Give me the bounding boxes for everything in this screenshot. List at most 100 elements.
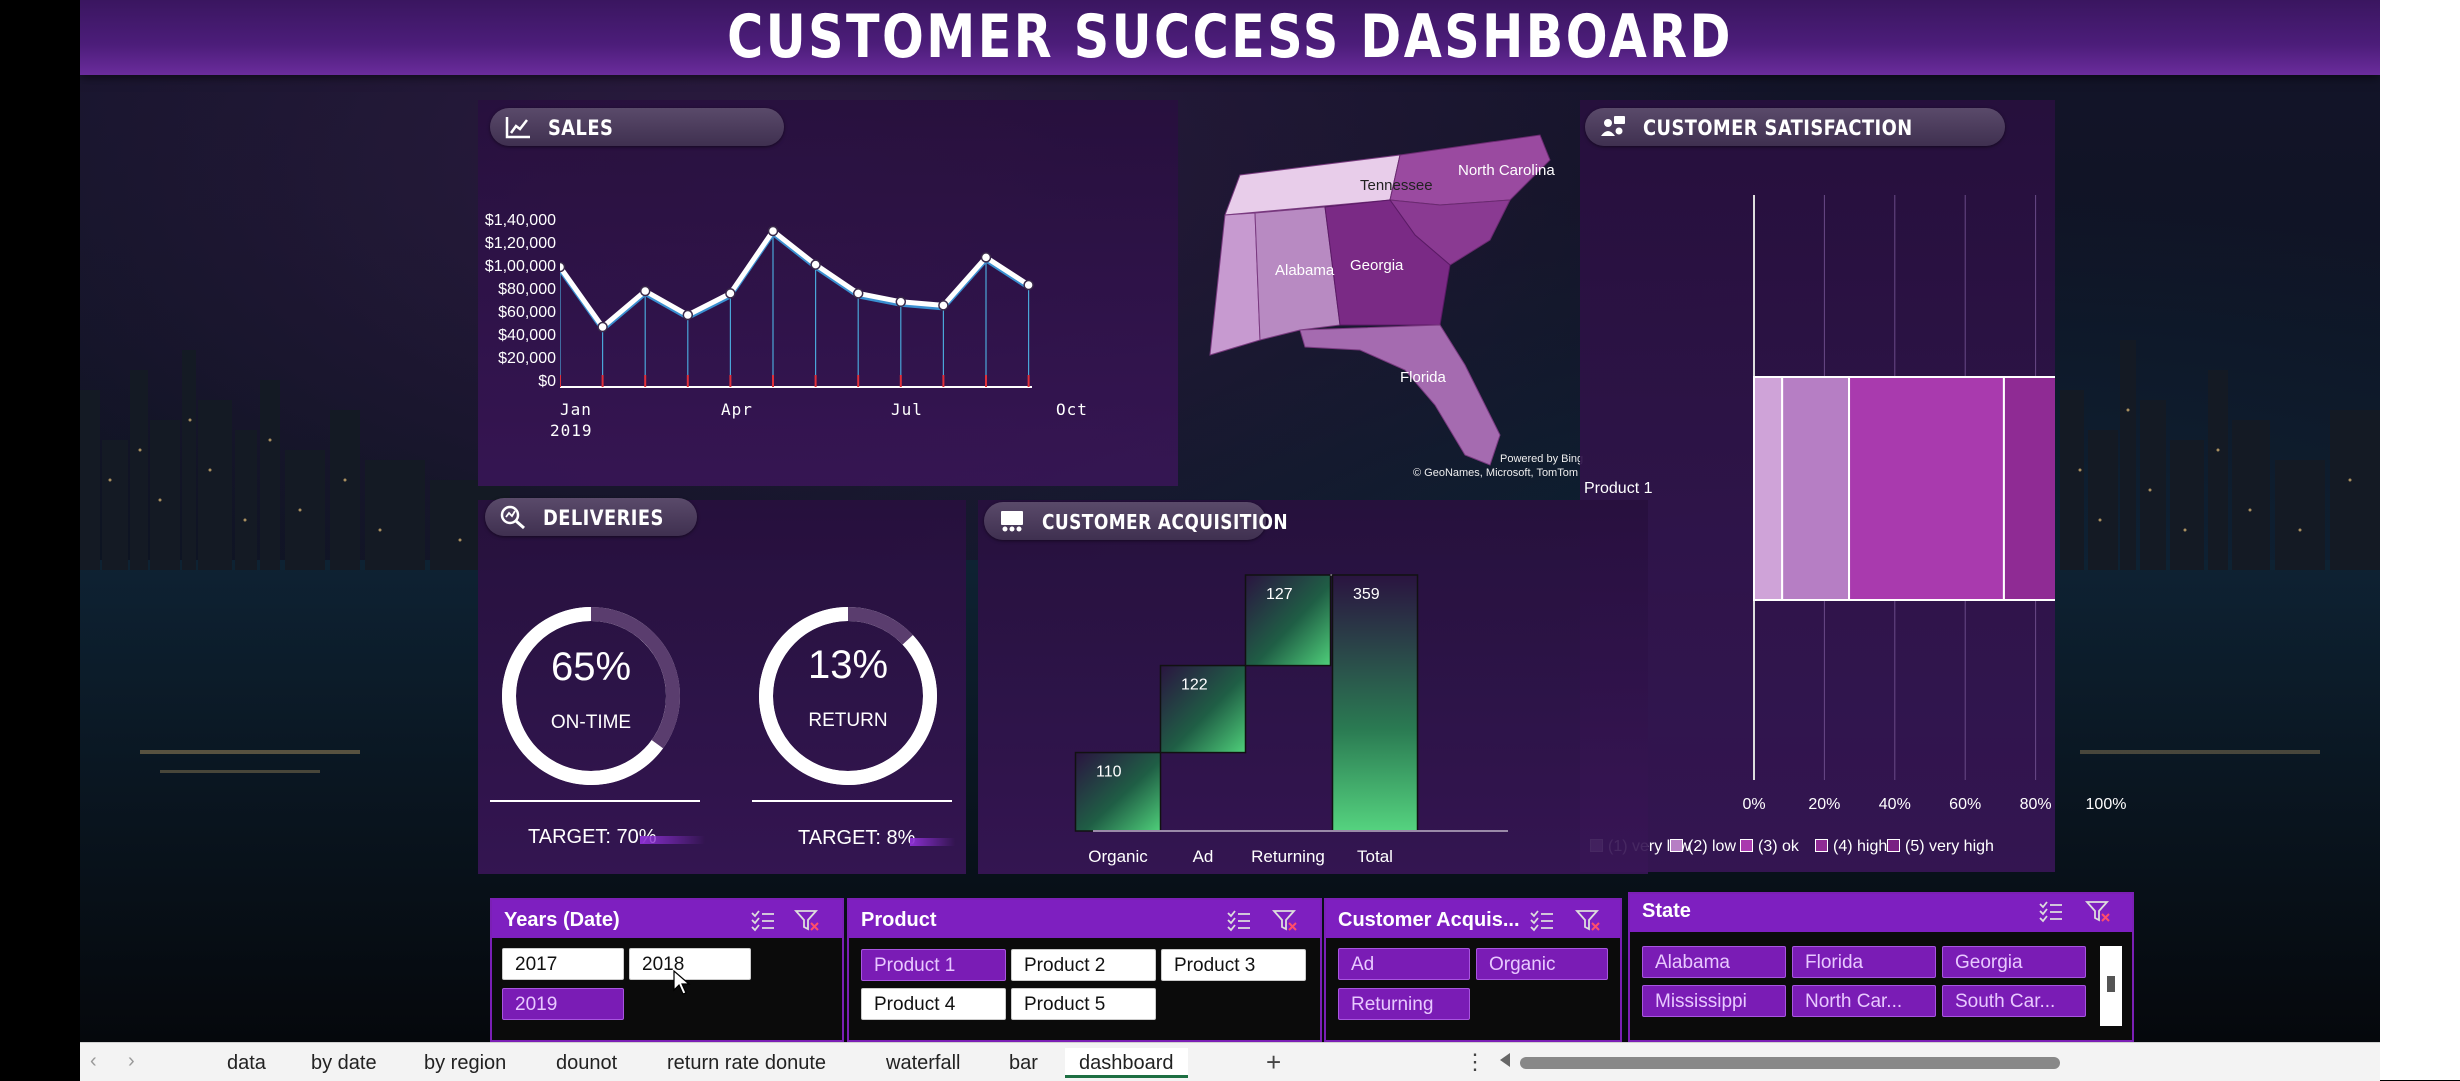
- slicer-item-mississippi[interactable]: Mississippi: [1642, 985, 1786, 1017]
- slicer-item-2017[interactable]: 2017: [502, 948, 624, 980]
- line-chart-icon: [505, 117, 530, 139]
- add-sheet-icon[interactable]: +: [1266, 1047, 1281, 1078]
- tab-dounot[interactable]: dounot: [556, 1052, 617, 1075]
- clear-filter-icon[interactable]: [1272, 908, 1298, 932]
- ontime-target: TARGET: 70%: [528, 826, 657, 848]
- slicer-scrollbar[interactable]: [2100, 946, 2122, 1026]
- map-state-florida: [1299, 324, 1501, 466]
- slicer-item-georgia[interactable]: Georgia: [1942, 946, 2086, 978]
- waterfall-category-label: Ad: [1193, 847, 1214, 866]
- slicer-item-product-2[interactable]: Product 2: [1011, 949, 1156, 981]
- acquisition-title: CUSTOMER ACQUISITION: [1042, 510, 1288, 534]
- sales-x-year: 2019: [550, 421, 593, 440]
- sales-title-pill: SALES: [490, 108, 784, 146]
- slicer-item-product-5[interactable]: Product 5: [1011, 988, 1156, 1020]
- sales-point: [767, 225, 779, 237]
- tab-bar[interactable]: bar: [1009, 1052, 1038, 1075]
- multi-select-icon[interactable]: [1226, 908, 1252, 932]
- slicer-item-florida[interactable]: Florida: [1792, 946, 1936, 978]
- satisfaction-bar-segment: [1753, 376, 1784, 601]
- sales-point: [639, 285, 651, 297]
- map-label-north-carolina: North Carolina: [1458, 162, 1555, 179]
- sales-point: [1023, 279, 1034, 291]
- multi-select-icon[interactable]: [750, 908, 776, 932]
- tab-dashboard[interactable]: dashboard: [1065, 1048, 1188, 1078]
- legend-label: (5) very high: [1905, 838, 1994, 855]
- satisfaction-x-tick: 80%: [2019, 796, 2052, 813]
- satisfaction-x-tick: 40%: [1878, 796, 1911, 813]
- slicer-scrollbar-thumb[interactable]: [2107, 976, 2115, 992]
- deliveries-title-pill: DELIVERIES: [485, 498, 697, 536]
- region-map: Tennessee North Carolina Alabama Georgia…: [1209, 134, 1555, 466]
- waterfall-value-label: 122: [1181, 677, 1208, 694]
- return-donut: [759, 607, 937, 785]
- sales-point: [597, 321, 608, 333]
- state-slicer-title: State: [1642, 900, 1691, 922]
- legend-swatch: [1815, 839, 1828, 852]
- product-slicer: Product Product 1 Product 2 Product 3 Pr…: [847, 898, 1322, 1042]
- years-slicer-title: Years (Date): [504, 909, 620, 931]
- waterfall-value-label: 359: [1353, 586, 1380, 603]
- horizontal-scrollbar-thumb[interactable]: [1520, 1057, 2060, 1069]
- sales-point: [938, 300, 949, 311]
- tab-scroll-left-icon[interactable]: ‹: [90, 1050, 97, 1073]
- satisfaction-bar-segment: [1848, 376, 2005, 601]
- legend-swatch: [1740, 839, 1753, 852]
- satisfaction-stacked-bar-chart: [1753, 195, 2055, 780]
- tab-data[interactable]: data: [227, 1052, 266, 1075]
- ontime-target-bar: [640, 836, 705, 844]
- legend-label: (3) ok: [1758, 838, 1799, 855]
- slicer-item-ad[interactable]: Ad: [1338, 948, 1470, 980]
- multi-select-icon[interactable]: [1529, 908, 1555, 932]
- clear-filter-icon[interactable]: [2085, 899, 2111, 923]
- deliveries-title: DELIVERIES: [543, 506, 664, 530]
- return-target: TARGET: 8%: [798, 827, 916, 849]
- satisfaction-bar-segment: [1781, 376, 1851, 601]
- slicer-item-product-1[interactable]: Product 1: [861, 949, 1006, 981]
- map-credit-bing: Powered by Bing: [1500, 453, 1584, 465]
- clear-filter-icon[interactable]: [1575, 908, 1601, 932]
- multi-select-icon[interactable]: [2038, 899, 2064, 923]
- slicer-item-north-carolina[interactable]: North Car...: [1792, 985, 1936, 1017]
- slicer-header: State: [1630, 894, 2132, 932]
- map-label-alabama: Alabama: [1275, 262, 1335, 279]
- clear-filter-icon[interactable]: [794, 908, 820, 932]
- satisfaction-x-tick: 100%: [2085, 796, 2127, 813]
- slicer-item-returning[interactable]: Returning: [1338, 988, 1470, 1020]
- slicer-item-south-carolina[interactable]: South Car...: [1942, 985, 2086, 1017]
- sales-point: [560, 261, 566, 273]
- horizontal-scrollbar[interactable]: [1520, 1057, 2380, 1069]
- ontime-target-line: [490, 800, 700, 802]
- sales-x-tick: Jan: [560, 400, 592, 419]
- sales-x-tick: Jul: [891, 400, 923, 419]
- sales-y-tick: $60,000: [498, 304, 556, 321]
- hscroll-left-icon[interactable]: [1500, 1053, 1510, 1067]
- slicer-item-product-4[interactable]: Product 4: [861, 988, 1006, 1020]
- tab-by-region[interactable]: by region: [424, 1052, 506, 1075]
- tab-waterfall[interactable]: waterfall: [886, 1052, 960, 1075]
- acquisition-waterfall-chart: 110 Organic 122 Ad 127 Returning 359 Total: [1074, 574, 1508, 866]
- legend-swatch: [1887, 839, 1900, 852]
- slicer-item-2019[interactable]: 2019: [502, 988, 624, 1020]
- map-label-florida: Florida: [1400, 369, 1447, 386]
- tab-scroll-right-icon[interactable]: ›: [128, 1050, 135, 1073]
- satisfaction-bar-segment: [2002, 376, 2055, 601]
- ontime-donut: [502, 607, 680, 785]
- slicer-item-product-3[interactable]: Product 3: [1161, 949, 1306, 981]
- satisfaction-legend-item: (2) low: [1670, 838, 1736, 856]
- slicer-item-organic[interactable]: Organic: [1476, 948, 1608, 980]
- slicer-item-alabama[interactable]: Alabama: [1642, 946, 1786, 978]
- map-credit-sources: © GeoNames, Microsoft, TomTom: [1413, 467, 1578, 479]
- map-state-mississippi: [1209, 212, 1261, 356]
- sales-title: SALES: [548, 116, 614, 140]
- tab-by-date[interactable]: by date: [311, 1052, 377, 1075]
- more-options-icon[interactable]: ⋮: [1464, 1049, 1486, 1075]
- search-analytics-icon: [500, 505, 525, 530]
- slicer-header: Product: [849, 900, 1320, 938]
- tab-return-rate-donute[interactable]: return rate donute: [667, 1052, 826, 1075]
- legend-label: (2) low: [1688, 838, 1737, 855]
- satisfaction-x-tick: 20%: [1808, 796, 1841, 813]
- sales-y-tick: $20,000: [498, 350, 556, 367]
- acquisition-slicer: Customer Acquis... Ad Organic Returning: [1324, 898, 1622, 1042]
- legend-label: (4) high: [1833, 838, 1888, 855]
